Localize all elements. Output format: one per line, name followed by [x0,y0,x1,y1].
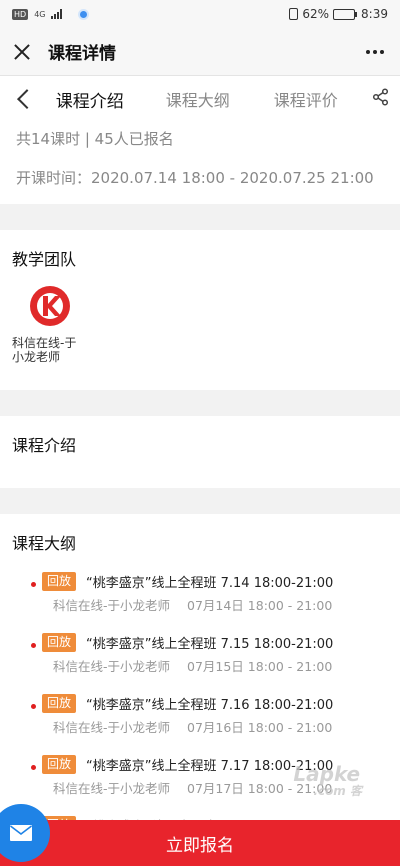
lesson-time: 07月14日 18:00 - 21:00 [187,598,333,613]
teacher-logo [30,286,70,326]
tab-course-reviews[interactable]: 课程评价 [274,87,372,111]
back-chevron-icon[interactable] [17,89,37,109]
watermark: Lapke .com 客 [293,762,362,798]
course-meta: 共14课时 | 45人已报名 [16,130,174,148]
battery-percent: 62% [302,7,330,21]
lesson-item[interactable]: 回放 “桃李盛京”线上全程班 7.16 18:00-21:00 科信在线-于小龙老师… [0,676,400,737]
vibrate-icon [289,8,299,20]
lesson-teacher: 科信在线-于小龙老师 [53,659,171,674]
share-icon[interactable] [372,88,390,110]
mail-icon [0,804,50,862]
bullet-icon [31,643,36,648]
network-type: 4G [34,9,46,19]
lesson-time: 07月16日 18:00 - 21:00 [187,720,333,735]
status-right: 62% 8:39 [289,7,388,21]
lesson-teacher: 科信在线-于小龙老师 [53,720,171,735]
battery-icon [333,8,358,20]
course-intro-section: 课程介绍 [0,416,400,488]
lesson-item[interactable]: 回放 “桃李盛京”线上全程班 7.15 18:00-21:00 科信在线-于小龙老师… [0,615,400,676]
bullet-icon [31,582,36,587]
close-icon[interactable] [12,42,32,62]
course-outline-heading: 课程大纲 [12,534,77,553]
page-title: 课程详情 [48,44,116,64]
status-left: HD 4G [12,8,90,20]
bullet-icon [31,765,36,770]
more-options-icon[interactable] [362,46,388,58]
course-intro-heading: 课程介绍 [12,436,77,455]
replay-badge: 回放 [42,633,77,652]
replay-badge: 回放 [42,755,77,774]
title-bar: 课程详情 [0,28,400,76]
course-time: 开课时间：2020.07.14 18:00 - 2020.07.25 21:00 [16,169,374,187]
signal-icon [51,9,63,19]
lesson-teacher: 科信在线-于小龙老师 [53,781,171,796]
tab-bar: 课程介绍 课程大纲 课程评价 [0,76,400,122]
course-info: 共14课时 | 45人已报名 开课时间：2020.07.14 18:00 - 2… [0,122,400,204]
lesson-teacher: 科信在线-于小龙老师 [53,598,171,613]
lesson-title: “桃李盛京”线上全程班 7.15 18:00-21:00 [86,637,334,652]
message-fab[interactable] [0,804,50,866]
lesson-title: “桃李盛京”线上全程班 7.16 18:00-21:00 [86,698,334,713]
tab-course-outline[interactable]: 课程大纲 [166,87,274,111]
replay-badge: 回放 [42,572,77,591]
lesson-time: 07月15日 18:00 - 21:00 [187,659,333,674]
app-notification-icon [78,8,90,20]
course-outline-section: 课程大纲 回放 “桃李盛京”线上全程班 7.14 18:00-21:00 科信在线-… [0,514,400,866]
teaching-team-section: 教学团队 科信在线-于小龙老师 [0,230,400,390]
teaching-team-heading: 教学团队 [12,250,77,269]
bullet-icon [31,704,36,709]
replay-badge: 回放 [42,694,77,713]
status-bar: HD 4G 62% 8:39 [0,0,400,28]
clock: 8:39 [361,7,388,21]
teacher-card[interactable]: 科信在线-于小龙老师 [12,284,88,364]
teacher-name: 科信在线-于小龙老师 [12,336,77,364]
lesson-item[interactable]: 回放 “桃李盛京”线上全程班 7.14 18:00-21:00 科信在线-于小龙老师… [0,554,400,615]
lesson-title: “桃李盛京”线上全程班 7.14 18:00-21:00 [86,576,334,591]
hd-badge: HD [12,8,29,20]
enroll-button[interactable]: 立即报名 [0,820,400,866]
tab-course-intro[interactable]: 课程介绍 [56,87,166,112]
